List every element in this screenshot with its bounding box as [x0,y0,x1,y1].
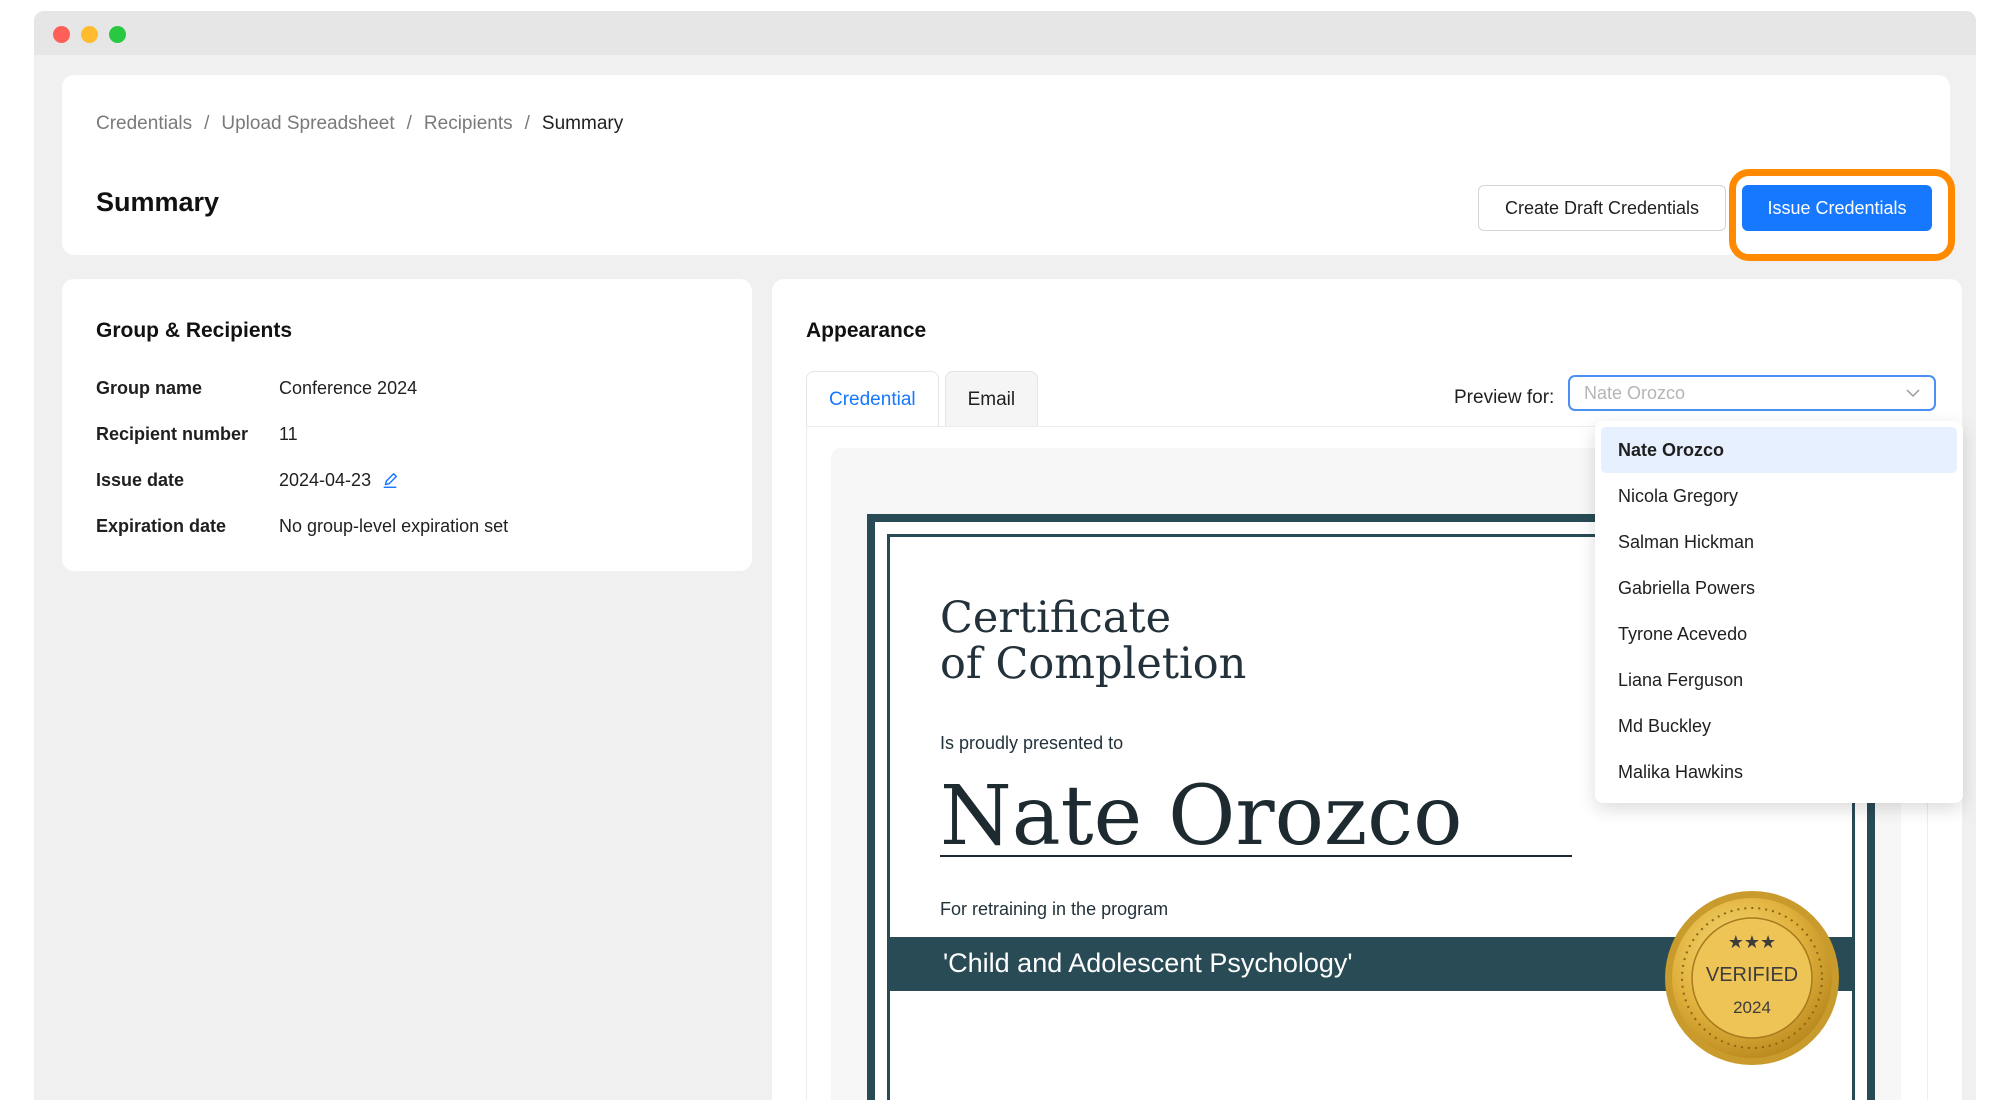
issue-date-value-wrap: 2024-04-23 [279,470,399,491]
expiration-date-value: No group-level expiration set [279,516,509,536]
breadcrumb-separator: / [204,113,210,134]
recipient-number-label: Recipient number [96,424,249,444]
preview-recipient-dropdown: Nate Orozco Nicola Gregory Salman Hickma… [1595,421,1963,803]
dropdown-option[interactable]: Nicola Gregory [1601,473,1957,519]
issue-date-row: Issue date 2024-04-23 [96,470,399,491]
certificate-title: Certificate of Completion [940,595,1246,687]
dropdown-option[interactable]: Tyrone Acevedo [1601,611,1957,657]
window-titlebar [34,11,1976,55]
breadcrumb-recipients[interactable]: Recipients [424,113,513,135]
app-window: Credentials / Upload Spreadsheet / Recip… [34,11,1976,1100]
breadcrumb-separator: / [406,113,412,134]
breadcrumb: Credentials / Upload Spreadsheet / Recip… [96,113,623,135]
certificate-recipient-name: Nate Orozco [940,769,1463,864]
preview-for-label: Preview for: [1454,387,1555,408]
dropdown-option[interactable]: Salman Hickman [1601,519,1957,565]
create-draft-credentials-button[interactable]: Create Draft Credentials [1478,185,1726,231]
appearance-section-title: Appearance [806,319,927,342]
dropdown-option[interactable]: Liana Ferguson [1601,657,1957,703]
window-maximize-button[interactable] [109,26,126,43]
tab-email[interactable]: Email [944,371,1039,427]
preview-recipient-select[interactable]: Nate Orozco [1568,375,1936,411]
group-name-row: Group name Conference 2024 [96,378,417,399]
breadcrumb-upload-spreadsheet[interactable]: Upload Spreadsheet [221,113,394,135]
issue-date-label: Issue date [96,470,185,490]
window-close-button[interactable] [53,26,70,43]
group-name-label: Group name [96,378,203,398]
appearance-tabs: Credential Email [806,371,1039,427]
seal-text: VERIFIED [1706,964,1798,986]
chevron-down-icon [1906,386,1920,400]
certificate-title-line1: Certificate [940,593,1172,643]
window-minimize-button[interactable] [81,26,98,43]
expiration-date-row: Expiration date No group-level expiratio… [96,516,508,537]
breadcrumb-credentials[interactable]: Credentials [96,113,192,135]
certificate-title-line2: of Completion [940,639,1247,689]
expiration-date-label: Expiration date [96,516,227,536]
certificate-name-underline [940,855,1572,857]
preview-select-value: Nate Orozco [1584,382,1686,403]
page-title: Summary [96,187,220,217]
group-section-title: Group & Recipients [96,319,293,342]
dropdown-option[interactable]: Malika Hawkins [1601,749,1957,795]
group-recipients-card: Group & Recipients Group name Conference… [62,279,752,571]
svg-text:★★★: ★★★ [1728,932,1776,953]
dropdown-option[interactable]: Nate Orozco [1601,427,1957,473]
header-card: Credentials / Upload Spreadsheet / Recip… [62,75,1955,261]
certificate-program-label: For retraining in the program [940,899,1169,919]
dropdown-option[interactable]: Md Buckley [1601,703,1957,749]
issue-date-value: 2024-04-23 [279,470,372,490]
breadcrumb-current: Summary [541,113,624,134]
seal-year: 2024 [1733,998,1771,1017]
certificate-presented-text: Is proudly presented to [940,733,1124,753]
edit-icon[interactable] [381,472,399,490]
issue-credentials-button[interactable]: Issue Credentials [1742,185,1932,231]
dropdown-option[interactable]: Gabriella Powers [1601,565,1957,611]
certificate-program-name: 'Child and Adolescent Psychology' [943,948,1353,978]
tab-credential[interactable]: Credential [806,371,939,427]
verified-seal-icon: ★★★ VERIFIED 2024 [1665,891,1839,1065]
recipient-number-value: 11 [279,424,298,444]
recipient-number-row: Recipient number 11 [96,424,298,445]
breadcrumb-separator: / [524,113,530,134]
group-name-value: Conference 2024 [279,378,418,398]
